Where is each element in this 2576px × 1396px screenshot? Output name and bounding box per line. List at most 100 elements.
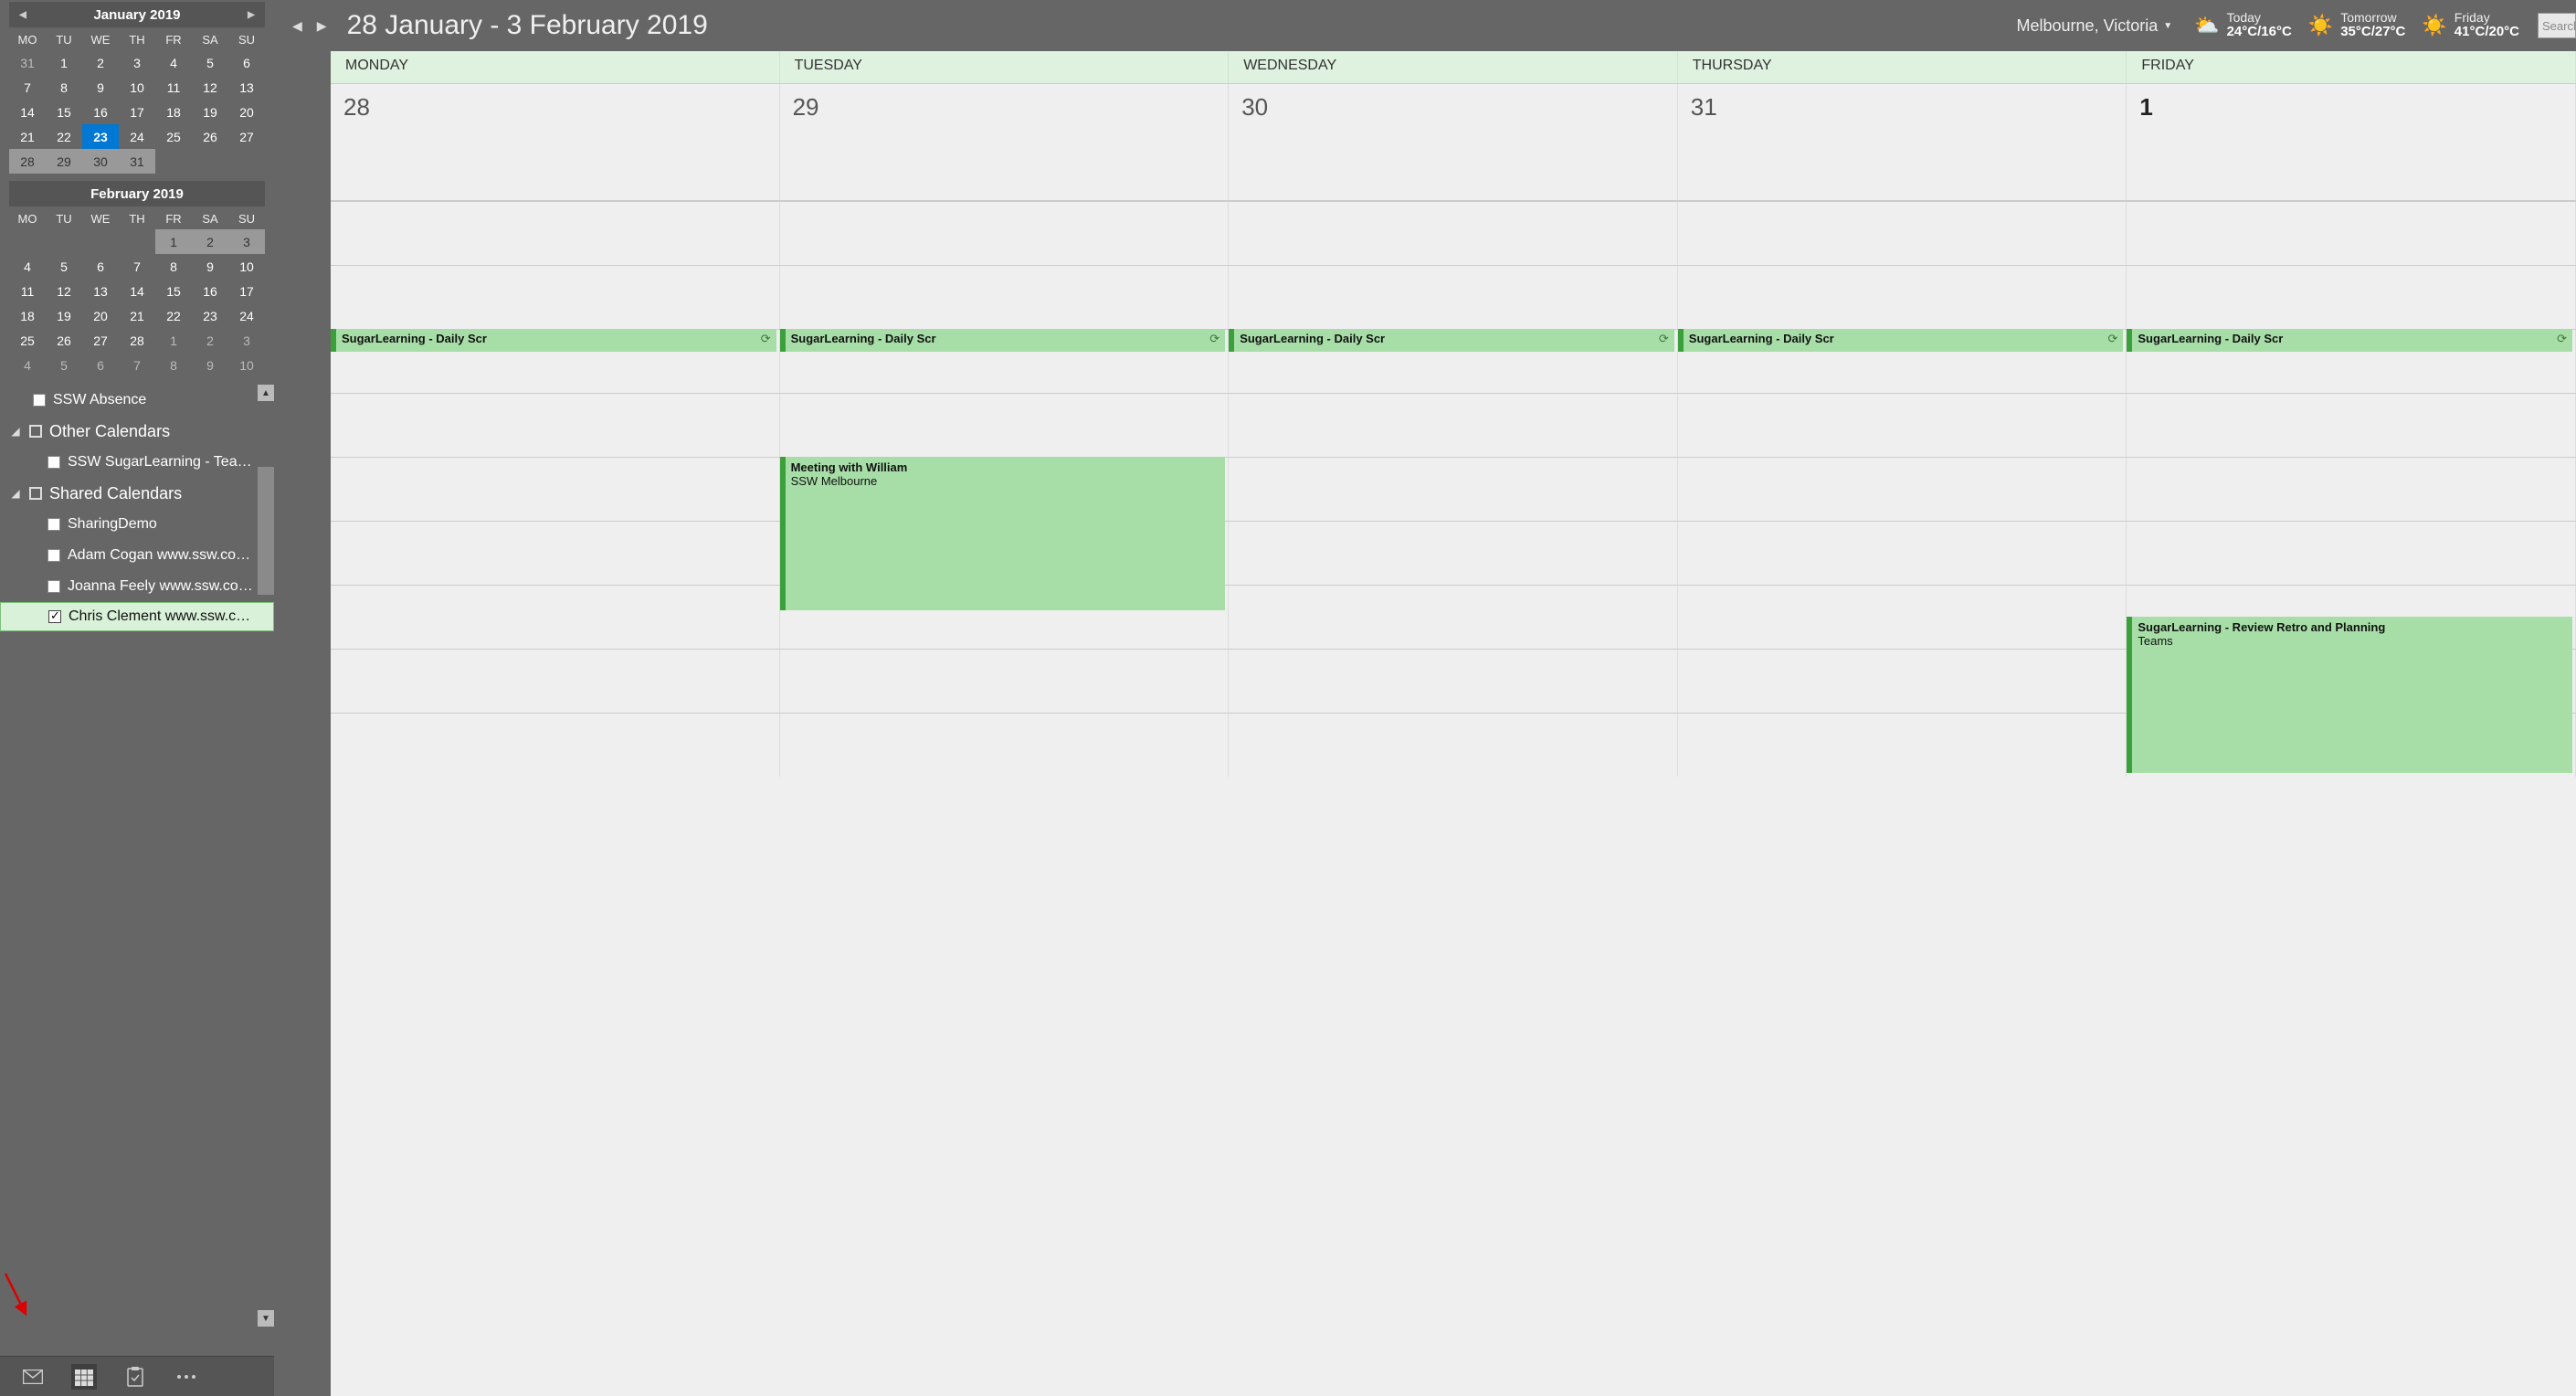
mini-calendar[interactable]: February 2019MOTUWETHFRSASU1234567891011… [9,181,265,377]
mini-calendar-day[interactable]: 10 [119,75,155,100]
calendar-event[interactable]: SugarLearning - Daily Scr ⟳ [331,329,776,352]
mini-calendar-day[interactable]: 10 [228,254,265,279]
mini-calendar-day[interactable]: 19 [46,303,82,328]
calendar-group[interactable]: ◢Other Calendars [0,416,274,447]
time-slot[interactable] [1229,586,1678,649]
next-week-button[interactable]: ▶ [317,18,327,34]
mini-calendar-day[interactable]: 5 [46,254,82,279]
time-slot[interactable] [2127,266,2576,329]
mini-calendar-day[interactable]: 14 [9,100,46,124]
day-number[interactable]: 1 [2127,84,2576,200]
mail-icon[interactable] [20,1364,46,1390]
mini-calendar-day[interactable]: 23 [82,124,119,149]
calendar-event[interactable]: SugarLearning - Review Retro and Plannin… [2127,617,2572,773]
mini-calendar-day[interactable]: 18 [9,303,46,328]
time-slot[interactable] [780,714,1230,777]
mini-calendar[interactable]: ◀January 2019▶MOTUWETHFRSASU311234567891… [9,2,265,174]
mini-calendar-day[interactable]: 1 [46,50,82,75]
mini-calendar-day[interactable]: 20 [82,303,119,328]
mini-calendar-day[interactable]: 27 [228,124,265,149]
mini-calendar-day[interactable]: 2 [82,50,119,75]
calendar-event[interactable]: SugarLearning - Daily Scr ⟳ [1678,329,2124,352]
checkbox-icon[interactable] [33,394,46,407]
time-slot[interactable] [1229,202,1678,265]
mini-calendar-day[interactable]: 31 [9,50,46,75]
mini-calendar-day[interactable]: 22 [46,124,82,149]
mini-calendar-day[interactable]: 25 [155,124,192,149]
prev-week-button[interactable]: ◀ [292,18,302,34]
time-slot[interactable] [780,394,1230,457]
time-slot[interactable] [331,586,780,649]
time-slot[interactable] [331,522,780,585]
mini-calendar-day[interactable]: 9 [192,254,228,279]
mini-calendar-day[interactable]: 1 [155,328,192,353]
mini-calendar-day[interactable]: 26 [192,124,228,149]
time-slot[interactable] [1229,522,1678,585]
mini-calendar-day[interactable]: 13 [228,75,265,100]
day-number[interactable]: 31 [1678,84,2127,200]
checkbox-icon[interactable] [48,456,60,469]
calendar-item[interactable]: Chris Clement www.ssw.co... [0,602,274,631]
mini-calendar-day[interactable]: 15 [155,279,192,303]
time-slot[interactable] [331,266,780,329]
mini-calendar-day[interactable]: 29 [46,149,82,174]
time-slot[interactable] [780,266,1230,329]
time-slot[interactable] [1678,650,2127,713]
day-number[interactable]: 30 [1229,84,1678,200]
mini-calendar-day[interactable]: 15 [46,100,82,124]
mini-calendar-day[interactable]: 11 [9,279,46,303]
day-number[interactable]: 29 [780,84,1230,200]
time-slot[interactable] [1678,394,2127,457]
time-slot[interactable] [1229,394,1678,457]
time-slot[interactable] [1229,650,1678,713]
mini-calendar-day[interactable]: 5 [46,353,82,377]
calendar-group[interactable]: ◢Shared Calendars [0,478,274,509]
time-slot[interactable] [1678,586,2127,649]
mini-calendar-day[interactable]: 11 [155,75,192,100]
mini-calendar-day[interactable]: 17 [119,100,155,124]
time-slot[interactable] [1229,458,1678,521]
mini-calendar-day[interactable]: 28 [9,149,46,174]
calendar-item[interactable]: Joanna Feely www.ssw.com.au [0,571,274,602]
calendar-item[interactable]: Adam Cogan www.ssw.com.au [0,540,274,571]
mini-calendar-day[interactable]: 9 [192,353,228,377]
time-slot[interactable] [1229,266,1678,329]
mini-calendar-day[interactable]: 6 [228,50,265,75]
time-slot[interactable] [1678,714,2127,777]
checkbox-icon[interactable] [48,610,61,623]
time-slot[interactable] [1678,458,2127,521]
mini-calendar-day[interactable]: 3 [119,50,155,75]
mini-calendar-day[interactable]: 10 [228,353,265,377]
time-slot[interactable] [331,394,780,457]
calendar-event[interactable]: SugarLearning - Daily Scr ⟳ [2127,329,2572,352]
time-slot[interactable] [331,714,780,777]
mini-calendar-day[interactable]: 6 [82,353,119,377]
mini-calendar-day[interactable]: 28 [119,328,155,353]
mini-calendar-day[interactable]: 7 [9,75,46,100]
mini-calendar-day[interactable]: 21 [9,124,46,149]
mini-calendar-day[interactable]: 3 [228,229,265,254]
mini-calendar-day[interactable]: 12 [46,279,82,303]
tasks-icon[interactable] [122,1364,148,1390]
mini-calendar-day[interactable]: 16 [82,100,119,124]
mini-calendar-day[interactable]: 24 [228,303,265,328]
weather-item[interactable]: ⛅Today24°C/16°C [2194,11,2292,40]
calendar-item[interactable]: SSW SugarLearning - Team Ca... [0,447,274,478]
more-icon[interactable] [174,1364,199,1390]
mini-calendar-day[interactable]: 4 [9,353,46,377]
mini-calendar-day[interactable]: 17 [228,279,265,303]
mini-calendar-day[interactable]: 8 [155,254,192,279]
time-slot[interactable] [1678,202,2127,265]
mini-calendar-day[interactable]: 9 [82,75,119,100]
mini-calendar-day[interactable]: 25 [9,328,46,353]
mini-calendar-day[interactable]: 22 [155,303,192,328]
time-slot[interactable] [331,202,780,265]
mini-calendar-day[interactable]: 7 [119,254,155,279]
calendar-item[interactable]: SSW Absence [0,385,274,416]
mini-calendar-day[interactable]: 31 [119,149,155,174]
calendar-event[interactable]: Meeting with WilliamSSW Melbourne [780,457,1226,610]
mini-calendar-day[interactable]: 8 [155,353,192,377]
time-slot[interactable] [331,650,780,713]
mini-calendar-day[interactable]: 5 [192,50,228,75]
scroll-up-button[interactable]: ▲ [258,385,274,401]
